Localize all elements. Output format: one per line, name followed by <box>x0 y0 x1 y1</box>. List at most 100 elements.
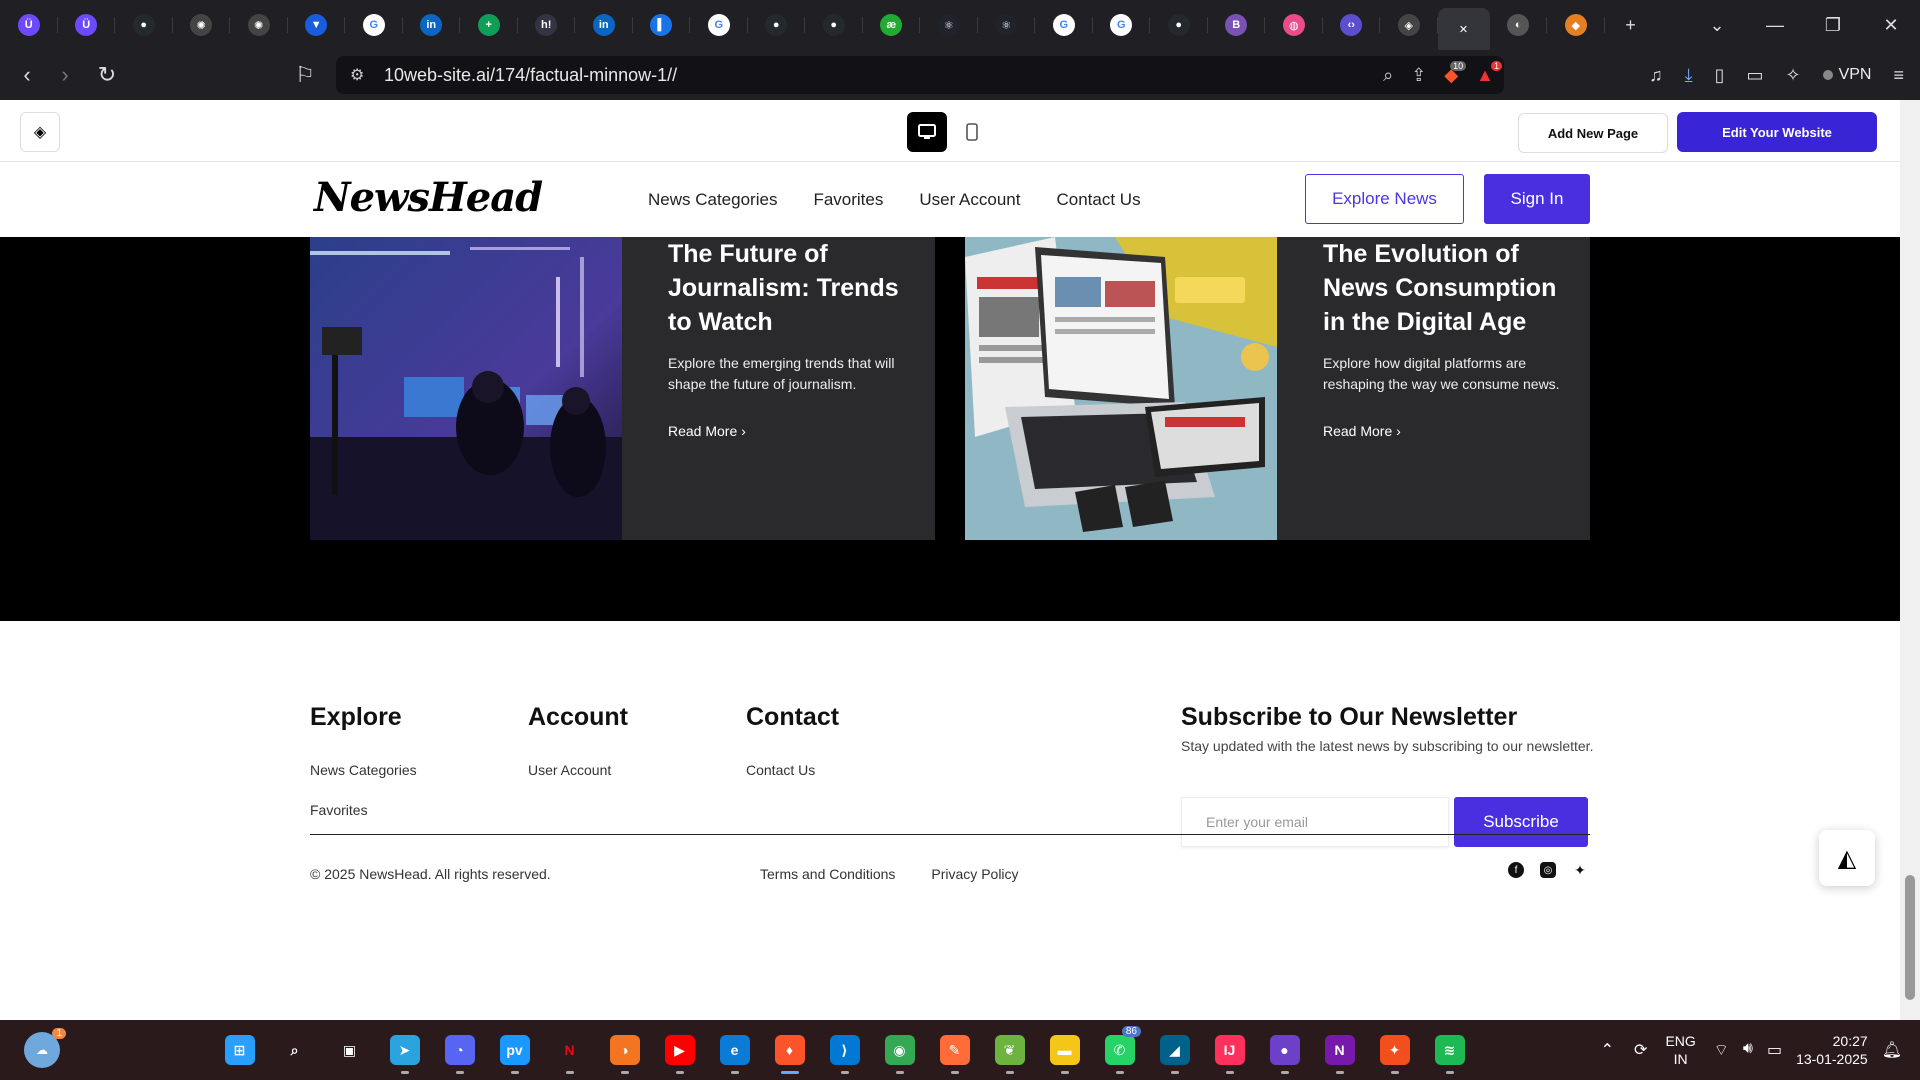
downloads-icon[interactable]: ⤓ <box>1685 65 1693 86</box>
media-icon[interactable]: ♫ <box>1649 65 1663 86</box>
browser-tab[interactable]: ✕ <box>1437 8 1490 50</box>
taskbar-app[interactable]: ▶ <box>652 1020 707 1080</box>
tenweb-logo-icon[interactable]: ◈ <box>20 112 60 152</box>
taskbar-app[interactable]: ❦ <box>982 1020 1037 1080</box>
taskbar-app[interactable]: ➤ <box>377 1020 432 1080</box>
close-icon[interactable]: ✕ <box>1453 18 1475 40</box>
browser-tab[interactable]: ◆ <box>1547 0 1605 50</box>
ai-assistant-button[interactable]: ◭ <box>1819 830 1875 886</box>
browser-tab[interactable]: ● <box>1150 0 1208 50</box>
restore-button[interactable]: ❐ <box>1804 0 1862 50</box>
twitter-icon[interactable]: ✦ <box>1572 862 1588 878</box>
nav-user-account[interactable]: User Account <box>919 190 1020 210</box>
notification-bell-icon[interactable]: 🔔︎ <box>1882 1040 1902 1060</box>
browser-tab[interactable]: G <box>345 0 403 50</box>
browser-tab[interactable]: ⚛ <box>978 0 1035 50</box>
leo-ai-icon[interactable]: ✧ <box>1785 65 1800 86</box>
sign-in-button[interactable]: Sign In <box>1484 174 1590 224</box>
facebook-icon[interactable]: f <box>1508 862 1524 878</box>
footer-link-news-categories[interactable]: News Categories <box>310 762 417 778</box>
browser-tab[interactable]: G <box>1035 0 1093 50</box>
tray-overflow-icon[interactable]: ⌃ <box>1601 1040 1614 1060</box>
browser-tab[interactable]: ✺ <box>230 0 288 50</box>
taskbar-app[interactable]: N <box>542 1020 597 1080</box>
taskbar-app[interactable]: ⊞ <box>212 1020 267 1080</box>
taskbar-app[interactable]: ⟩ <box>817 1020 872 1080</box>
taskbar-app[interactable]: ✎ <box>927 1020 982 1080</box>
taskbar-app[interactable]: ✦ <box>1367 1020 1422 1080</box>
taskbar-app[interactable]: ▣ <box>322 1020 377 1080</box>
minimize-button[interactable]: — <box>1746 0 1804 50</box>
taskbar-app[interactable]: ≋ <box>1422 1020 1477 1080</box>
site-logo[interactable]: NewsHead <box>314 174 543 221</box>
back-button[interactable]: ‹ <box>8 56 46 94</box>
battery-icon[interactable]: ▭ <box>1767 1040 1782 1060</box>
address-bar[interactable]: ⚙ 10web-site.ai/174/factual-minnow-1// ⌕… <box>336 56 1504 94</box>
browser-tab[interactable]: ● <box>805 0 863 50</box>
taskbar-app[interactable]: ▬ <box>1037 1020 1092 1080</box>
bookmark-icon[interactable]: ⚐ <box>286 56 324 94</box>
reload-button[interactable]: ↻ <box>88 56 126 94</box>
nav-favorites[interactable]: Favorites <box>813 190 883 210</box>
mobile-view-icon[interactable] <box>952 112 992 152</box>
taskbar-app[interactable]: ◔ <box>432 1020 487 1080</box>
clock[interactable]: 20:27 13-01-2025 <box>1796 1032 1868 1068</box>
browser-tab[interactable]: æ <box>863 0 920 50</box>
add-new-page-button[interactable]: Add New Page <box>1518 113 1668 153</box>
browser-tab[interactable]: ⚛ <box>920 0 978 50</box>
volume-icon[interactable]: 🔊︎ <box>1743 1040 1753 1060</box>
sidebar-toggle-icon[interactable]: ▯ <box>1715 65 1725 86</box>
browser-tab[interactable]: h! <box>518 0 575 50</box>
browser-tab[interactable]: ✺ <box>173 0 230 50</box>
vpn-button[interactable]: VPN <box>1822 66 1871 84</box>
tab-search-chevron-icon[interactable]: ⌄ <box>1688 0 1746 50</box>
browser-tab[interactable]: B <box>1208 0 1265 50</box>
wallet-icon[interactable]: ▭ <box>1746 65 1763 86</box>
scrollbar-thumb[interactable] <box>1905 875 1915 1000</box>
weather-icon[interactable]: ☁ 1 <box>24 1028 66 1068</box>
read-more-link[interactable]: Read More › <box>668 423 909 439</box>
brave-rewards-icon[interactable]: ▲ 1 <box>1476 60 1502 86</box>
browser-tab[interactable]: ◍ <box>1265 0 1323 50</box>
browser-tab[interactable]: + <box>460 0 518 50</box>
browser-tab[interactable]: ▼ <box>288 0 345 50</box>
share-icon[interactable]: ⇪ <box>1411 65 1426 86</box>
browser-tab[interactable]: ◐ <box>1490 0 1547 50</box>
zoom-icon[interactable]: ⌕ <box>1383 65 1393 86</box>
taskbar-app[interactable]: ◢ <box>1147 1020 1202 1080</box>
terms-link[interactable]: Terms and Conditions <box>760 866 895 882</box>
browser-tab[interactable]: Ü <box>0 0 58 50</box>
sync-icon[interactable]: ⟳ <box>1634 1040 1647 1060</box>
subscribe-button[interactable]: Subscribe <box>1454 797 1588 847</box>
article-title[interactable]: The Evolution of News Consumption in the… <box>1323 237 1564 339</box>
taskbar-app[interactable]: ◑ <box>597 1020 652 1080</box>
browser-tab[interactable]: ● <box>115 0 173 50</box>
taskbar-app[interactable]: IJ <box>1202 1020 1257 1080</box>
brave-shields-icon[interactable]: ◆ 10 <box>1444 60 1467 86</box>
footer-link-contact-us[interactable]: Contact Us <box>746 762 839 778</box>
nav-news-categories[interactable]: News Categories <box>648 190 777 210</box>
browser-tab[interactable]: in <box>575 0 633 50</box>
taskbar-app[interactable]: ◉ <box>872 1020 927 1080</box>
language-indicator[interactable]: ENG IN <box>1665 1032 1695 1068</box>
edit-website-button[interactable]: Edit Your Website <box>1677 112 1877 152</box>
taskbar-app[interactable]: pv <box>487 1020 542 1080</box>
taskbar-app[interactable]: N <box>1312 1020 1367 1080</box>
browser-tab[interactable]: G <box>1093 0 1150 50</box>
article-title[interactable]: The Future of Journalism: Trends to Watc… <box>668 237 909 339</box>
footer-link-user-account[interactable]: User Account <box>528 762 628 778</box>
taskbar-app[interactable]: ♦ <box>762 1020 817 1080</box>
explore-news-button[interactable]: Explore News <box>1305 174 1464 224</box>
close-window-button[interactable]: ✕ <box>1862 0 1920 50</box>
browser-tab[interactable]: G <box>690 0 748 50</box>
menu-icon[interactable]: ≡ <box>1893 65 1904 86</box>
footer-link-favorites[interactable]: Favorites <box>310 802 417 818</box>
privacy-link[interactable]: Privacy Policy <box>931 866 1018 882</box>
instagram-icon[interactable]: ◎ <box>1540 862 1556 878</box>
browser-tab[interactable]: Ü <box>58 0 115 50</box>
url-text[interactable]: 10web-site.ai/174/factual-minnow-1// <box>384 65 677 86</box>
browser-tab[interactable]: ◈ <box>1380 0 1438 50</box>
read-more-link[interactable]: Read More › <box>1323 423 1564 439</box>
browser-tab[interactable]: ● <box>748 0 805 50</box>
new-tab-button[interactable]: + <box>1605 0 1657 50</box>
